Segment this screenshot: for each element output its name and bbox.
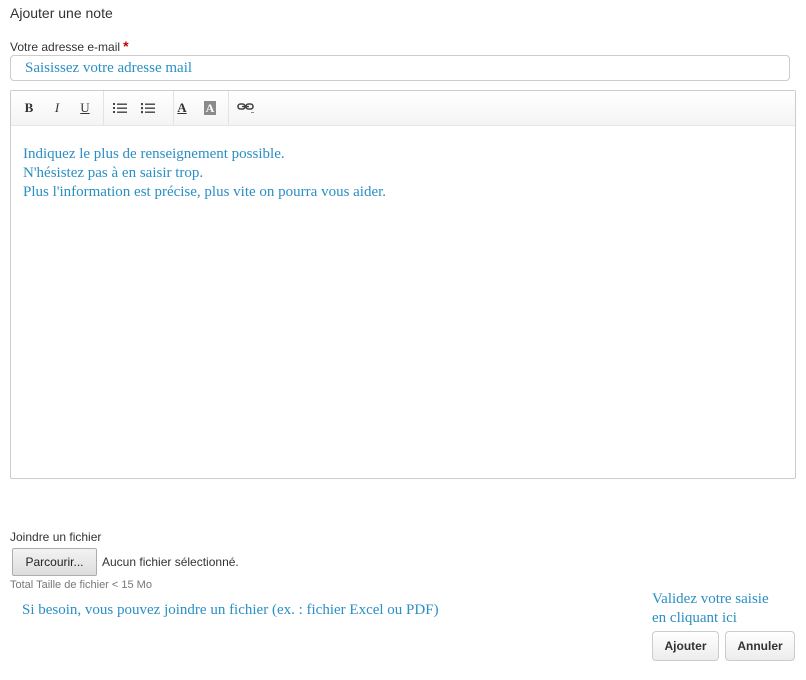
required-asterisk: * [123, 38, 129, 54]
underline-button[interactable]: U [74, 97, 96, 119]
numbered-list-button[interactable] [137, 97, 159, 119]
italic-button[interactable]: I [46, 97, 68, 119]
editor-placeholder: Indiquez le plus de renseignement possib… [23, 145, 386, 202]
email-label-text: Votre adresse e-mail [10, 40, 121, 54]
file-status: Aucun fichier sélectionné. [102, 555, 239, 569]
editor-toolbar: B I U A A [11, 91, 795, 126]
bold-button[interactable]: B [18, 97, 40, 119]
email-field[interactable]: Saisissez votre adresse mail [10, 55, 790, 81]
editor-line: N'hésistez pas à en saisir trop. [23, 165, 204, 181]
attachment-label: Joindre un fichier [10, 530, 102, 544]
toolbar-separator [103, 91, 104, 125]
background-color-button[interactable]: A [199, 97, 221, 119]
bullet-list-icon [113, 103, 127, 113]
note-editor[interactable]: B I U A A Indiquez le plus de renseignem… [10, 90, 796, 479]
validate-hint-line: Validez votre saisie [652, 591, 769, 607]
validate-hint-line: en cliquant ici [652, 610, 737, 626]
validate-hint: Validez votre saisie en cliquant ici [652, 590, 802, 628]
italic-icon: I [54, 100, 60, 115]
text-color-button[interactable]: A [171, 97, 193, 119]
editor-line: Plus l'information est précise, plus vit… [23, 184, 387, 200]
bold-icon: B [24, 100, 34, 115]
email-label: Votre adresse e-mail * [10, 38, 129, 54]
file-size-note: Total Taille de fichier < 15 Mo [10, 579, 152, 591]
bulleted-list-button[interactable] [109, 97, 131, 119]
underline-icon: U [80, 100, 90, 115]
toolbar-separator [228, 91, 229, 125]
cancel-button[interactable]: Annuler [725, 631, 795, 661]
editor-line: Indiquez le plus de renseignement possib… [23, 146, 285, 162]
email-hint: Saisissez votre adresse mail [25, 60, 193, 76]
link-button[interactable] [235, 97, 257, 119]
browse-button[interactable]: Parcourir... [12, 548, 97, 576]
add-button[interactable]: Ajouter [652, 631, 719, 661]
background-color-icon: A [203, 101, 217, 115]
attachment-hint: Si besoin, vous pouvez joindre un fichie… [22, 602, 439, 618]
text-color-icon: A [177, 100, 187, 115]
page-title: Ajouter une note [10, 5, 113, 21]
link-icon [237, 103, 254, 113]
numbered-list-icon [141, 103, 155, 114]
